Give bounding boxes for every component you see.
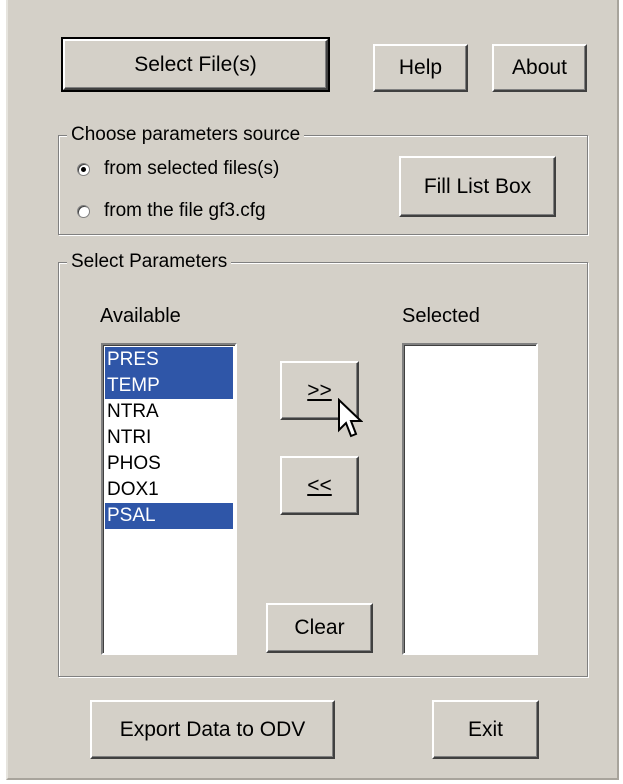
- select-files-label: Select File(s): [134, 52, 257, 76]
- clear-label: Clear: [294, 616, 345, 639]
- list-item-dox1[interactable]: DOX1: [105, 477, 233, 503]
- move-right-label: >>: [307, 378, 332, 402]
- available-list-items: PRES TEMP NTRA NTRI PHOS DOX1 PSAL: [105, 347, 233, 529]
- mouse-pointer-icon: [338, 398, 363, 438]
- clear-button[interactable]: Clear: [266, 603, 373, 653]
- source-groupbox: Choose parameters source from selected f…: [58, 123, 588, 235]
- radio-label: from selected files(s): [104, 158, 280, 179]
- fill-list-box-label: Fill List Box: [423, 174, 532, 198]
- list-item-phos[interactable]: PHOS: [105, 451, 233, 477]
- selected-label: Selected: [402, 305, 480, 327]
- exit-label: Exit: [467, 717, 503, 741]
- list-item-ntra[interactable]: NTRA: [105, 399, 233, 425]
- available-label: Available: [100, 305, 181, 327]
- list-item-pres[interactable]: PRES: [105, 347, 233, 373]
- radio-from-config-file[interactable]: from the file gf3.cfg: [77, 200, 266, 222]
- fill-list-box-button[interactable]: Fill List Box: [399, 156, 556, 217]
- dialog-window: Select File(s) Help About Choose paramet…: [6, 0, 619, 780]
- parameters-group-title: Select Parameters: [67, 250, 232, 274]
- radio-label: from the file gf3.cfg: [104, 200, 266, 221]
- select-files-button[interactable]: Select File(s): [61, 37, 330, 92]
- about-label: About: [512, 56, 567, 79]
- radio-button-unchecked[interactable]: [77, 204, 90, 218]
- exit-button[interactable]: Exit: [432, 700, 539, 759]
- export-data-label: Export Data to ODV: [119, 717, 306, 741]
- help-label: Help: [398, 56, 443, 79]
- move-left-label: <<: [307, 473, 332, 497]
- radio-from-selected-files[interactable]: from selected files(s): [77, 158, 279, 180]
- list-item-psal[interactable]: PSAL: [105, 503, 233, 529]
- list-item-temp[interactable]: TEMP: [105, 373, 233, 399]
- selected-listbox[interactable]: [402, 343, 538, 655]
- parameters-groupbox: Select Parameters Available Selected PRE…: [58, 250, 588, 677]
- radio-button-checked[interactable]: [77, 162, 90, 176]
- about-button[interactable]: About: [492, 44, 587, 92]
- list-item-ntri[interactable]: NTRI: [105, 425, 233, 451]
- export-data-button[interactable]: Export Data to ODV: [90, 700, 335, 759]
- source-group-title: Choose parameters source: [67, 123, 305, 147]
- help-button[interactable]: Help: [373, 44, 468, 92]
- available-listbox[interactable]: PRES TEMP NTRA NTRI PHOS DOX1 PSAL: [101, 343, 237, 655]
- move-left-button[interactable]: <<: [280, 456, 359, 515]
